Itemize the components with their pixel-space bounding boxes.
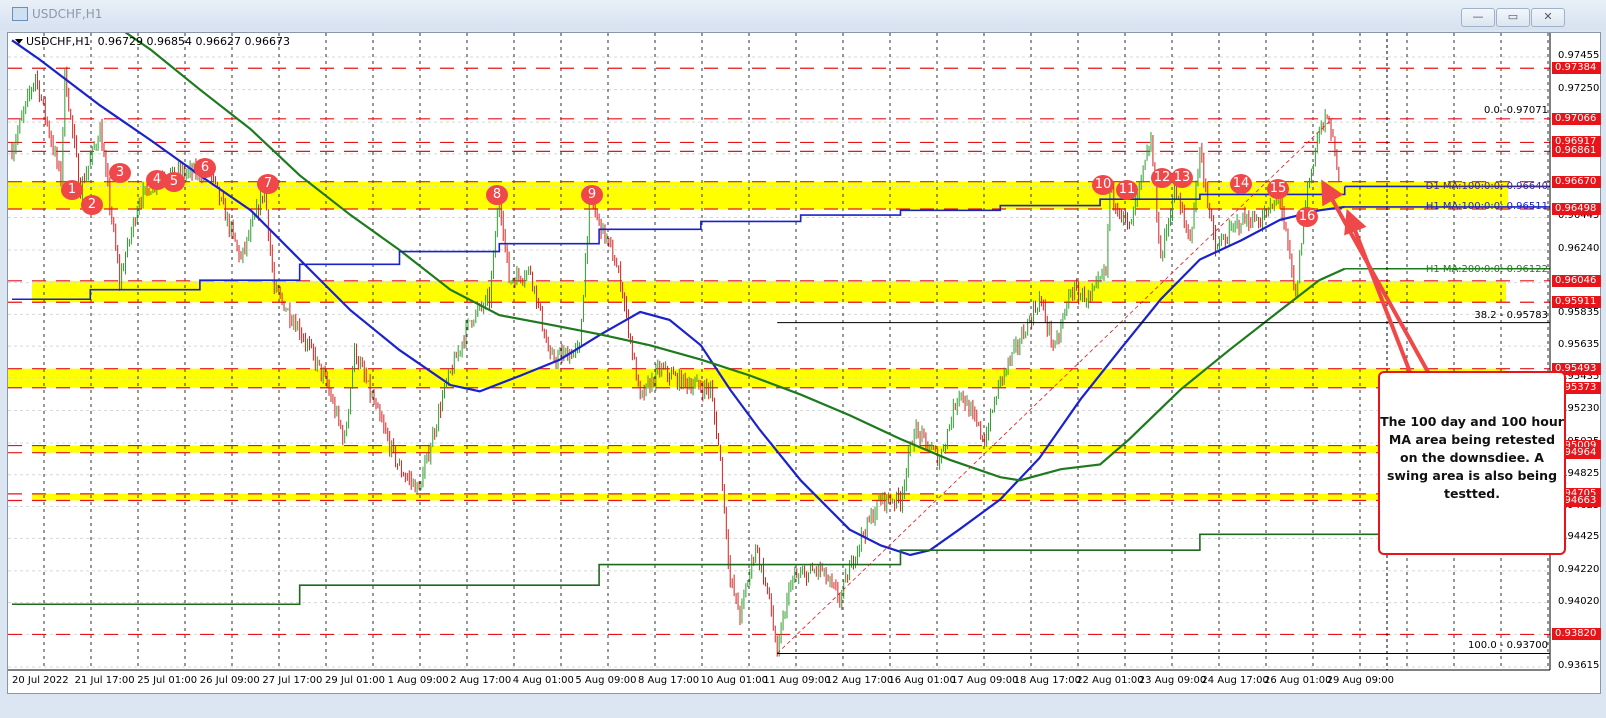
price-axis-label: 0.95635 <box>1558 339 1600 351</box>
fibonacci-level-label: 38.2 - 0.95783 <box>1474 309 1548 321</box>
swing-marker: 3 <box>109 163 131 183</box>
price-level-tag: 0.96670 <box>1552 175 1601 188</box>
legend-ohlc: 0.96729 0.96854 0.96627 0.96673 <box>97 35 291 48</box>
price-axis-label: 0.94220 <box>1558 563 1600 575</box>
swing-marker: 12 <box>1151 168 1173 188</box>
support-resistance-zone <box>32 445 1410 453</box>
price-axis-label: 0.97250 <box>1558 82 1600 94</box>
price-level-tag: 0.93820 <box>1552 628 1601 641</box>
annotation-text: The 100 day and 100 hour MA area being r… <box>1380 414 1564 501</box>
swing-marker: 6 <box>194 158 216 178</box>
window-bottom-border <box>0 694 1606 718</box>
time-axis-label: 10 Aug 01:00 <box>700 675 769 686</box>
swing-marker: 14 <box>1230 174 1252 194</box>
time-axis-label: 4 Aug 01:00 <box>512 675 574 686</box>
time-axis-label: 26 Aug 01:00 <box>1264 675 1332 686</box>
swing-marker: 1 <box>61 180 83 200</box>
price-level-tag: 0.95911 <box>1552 296 1601 309</box>
swing-marker: 5 <box>163 172 185 192</box>
time-axis-label: 12 Aug 17:00 <box>825 675 894 686</box>
swing-marker: 11 <box>1116 180 1138 200</box>
fibonacci-level-label: 100.0 - 0.93700 <box>1468 640 1548 652</box>
time-axis-label: 26 Jul 09:00 <box>199 675 260 686</box>
price-level-tag: 0.97066 <box>1552 112 1601 125</box>
time-axis-label: 22 Aug 01:00 <box>1076 675 1144 686</box>
time-axis-label: 27 Jul 17:00 <box>262 675 323 686</box>
time-axis-label: 24 Aug 17:00 <box>1201 675 1269 686</box>
time-axis-label: 18 Aug 17:00 <box>1013 675 1082 686</box>
plot-area <box>8 33 1550 670</box>
time-axis-label: 29 Jul 01:00 <box>325 675 385 686</box>
price-axis-label: 0.95835 <box>1558 307 1600 319</box>
time-axis-label: 1 Aug 09:00 <box>387 675 449 686</box>
price-axis-label: 0.96240 <box>1558 243 1600 254</box>
swing-marker: 15 <box>1267 179 1289 199</box>
time-axis-label: 25 Jul 01:00 <box>137 675 198 686</box>
time-axis-label: 11 Aug 09:00 <box>763 675 831 686</box>
price-chart[interactable] <box>0 0 1606 718</box>
time-axis-label: 20 Jul 2022 <box>12 675 69 686</box>
annotation-textbox: The 100 day and 100 hour MA area being r… <box>1378 371 1566 555</box>
price-axis-label: 0.97455 <box>1558 50 1600 61</box>
price-level-tag: 0.96498 <box>1552 203 1601 216</box>
time-axis-label: 2 Aug 17:00 <box>450 675 512 686</box>
moving-average-label: H1 MA:100:0:0: 0.96511 <box>1425 201 1548 212</box>
swing-marker: 8 <box>486 185 508 205</box>
time-axis-label: 16 Aug 01:00 <box>888 675 956 686</box>
price-level-tag: 0.96861 <box>1552 145 1601 158</box>
price-level-tag: 0.96046 <box>1552 274 1601 287</box>
price-axis-label: 0.94020 <box>1558 595 1600 607</box>
swing-marker: 10 <box>1092 175 1114 195</box>
swing-marker: 7 <box>257 174 279 194</box>
legend-symbol: USDCHF,H1 <box>26 35 91 48</box>
swing-marker: 2 <box>81 195 103 215</box>
support-resistance-zone <box>32 280 1506 303</box>
support-resistance-zone <box>32 493 1410 501</box>
price-level-tag: 0.97384 <box>1552 62 1601 75</box>
chart-legend: USDCHF,H1 0.96729 0.96854 0.96627 0.9667… <box>14 35 290 48</box>
time-axis-label: 23 Aug 09:00 <box>1138 675 1207 686</box>
swing-marker: 9 <box>581 185 603 205</box>
swing-marker: 13 <box>1171 168 1193 188</box>
swing-marker: 16 <box>1296 207 1318 227</box>
time-axis-label: 21 Jul 17:00 <box>74 675 135 686</box>
price-axis-label: 0.93615 <box>1558 659 1600 671</box>
fibonacci-level-label: 0.0 -0.97071 <box>1483 104 1548 116</box>
moving-average-label: H1 MA:200:0:0: 0.96122 <box>1425 264 1548 275</box>
time-axis-label: 8 Aug 17:00 <box>638 675 700 686</box>
moving-average-line <box>12 524 1381 606</box>
time-axis-label: 17 Aug 09:00 <box>951 675 1019 686</box>
time-axis-label: 29 Aug 09:00 <box>1326 675 1395 686</box>
time-axis-label: 5 Aug 09:00 <box>575 675 637 686</box>
moving-average-label: D1 MA:100:0:0: 0.96640 <box>1425 181 1548 192</box>
moving-average-line <box>124 33 1346 482</box>
